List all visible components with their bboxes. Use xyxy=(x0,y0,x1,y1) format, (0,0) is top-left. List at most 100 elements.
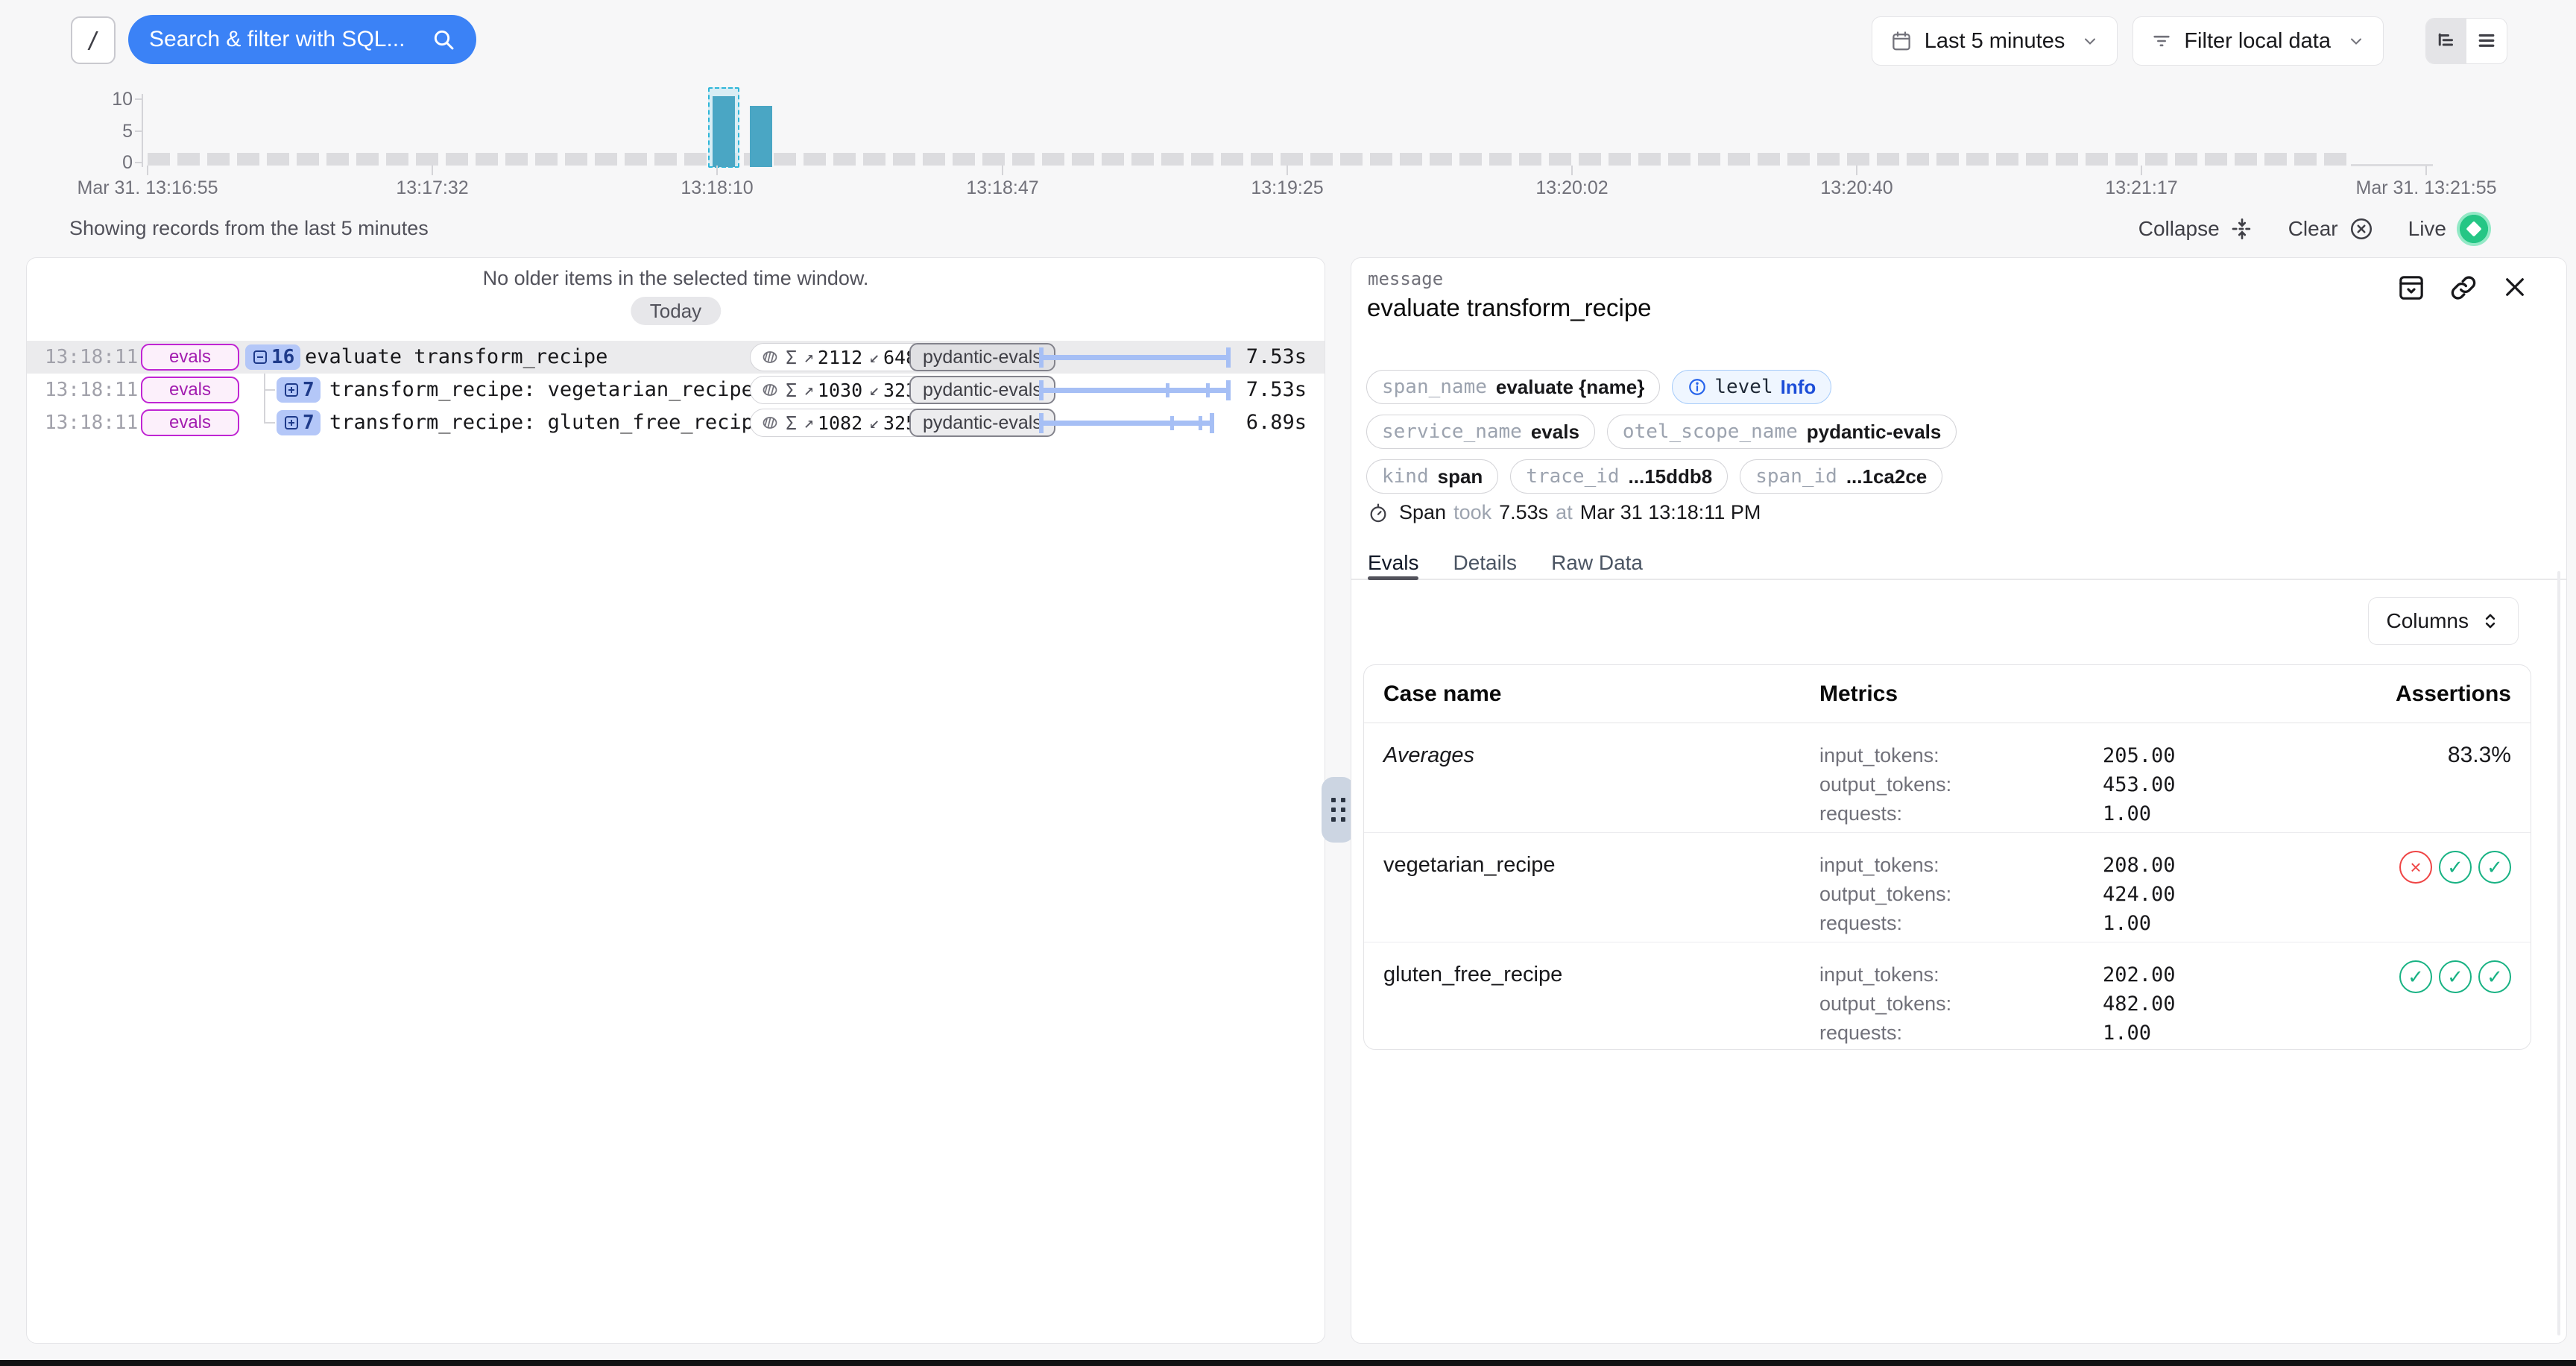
date-divider-chip[interactable]: Today xyxy=(631,297,721,325)
service-badge[interactable]: evals xyxy=(141,377,239,403)
sigma-icon: Σ xyxy=(786,412,797,434)
token-metrics-pill: Σ ↗ 2112 ↙ 648 xyxy=(750,343,928,371)
col-metrics: Metrics xyxy=(1819,682,2340,707)
attribute-pill[interactable]: kind span xyxy=(1366,459,1498,494)
grip-dots-icon xyxy=(1331,798,1345,822)
service-badge[interactable]: evals xyxy=(141,344,239,371)
pill-value: evaluate {name} xyxy=(1496,376,1644,399)
pill-key: service_name xyxy=(1382,421,1522,443)
circle-x-icon xyxy=(2349,216,2374,242)
x-tick-label: 13:18:10 xyxy=(681,177,753,199)
x-tick xyxy=(1571,166,1573,175)
stopwatch-icon xyxy=(1368,503,1389,523)
filter-local-data-dropdown[interactable]: Filter local data xyxy=(2133,16,2384,66)
record-kind-label: message xyxy=(1368,268,1443,289)
input-tokens-arrow-icon: ↗ xyxy=(804,347,814,367)
list-view-icon xyxy=(2475,30,2498,52)
assertions-cell: ✓✓✓ xyxy=(2340,960,2511,993)
eval-case-row[interactable]: Averages input_tokens:205.00 output_toke… xyxy=(1364,723,2531,833)
tree-view-toggle[interactable] xyxy=(2426,19,2466,63)
metrics-cell: input_tokens:202.00 output_tokens:482.00… xyxy=(1819,960,2340,1048)
y-tick xyxy=(135,98,142,100)
tab-evals[interactable]: Evals xyxy=(1368,547,1418,579)
x-tick xyxy=(1287,166,1288,175)
pill-value: span xyxy=(1438,465,1483,488)
evals-table-header: Case name Metrics Assertions xyxy=(1364,665,2531,723)
filter-label: Filter local data xyxy=(2184,29,2331,54)
panel-resize-handle[interactable] xyxy=(1322,777,1354,843)
evals-table: Case name Metrics Assertions Averages in… xyxy=(1363,664,2531,1050)
attribute-pill[interactable]: span_id ...1ca2ce xyxy=(1740,459,1942,494)
trace-row[interactable]: 13:18:11 evals 16 evaluate transform_rec… xyxy=(27,341,1325,374)
scope-badge: pydantic-evals xyxy=(909,376,1055,404)
columns-button[interactable]: Columns xyxy=(2368,597,2519,645)
tab-details[interactable]: Details xyxy=(1453,547,1517,579)
assertion-pass-icon: ✓ xyxy=(2478,851,2511,884)
sigma-icon: Σ xyxy=(786,347,797,368)
histogram-bar[interactable] xyxy=(713,96,735,167)
assertions-cell: 83.3% xyxy=(2340,741,2511,768)
dock-panel-icon[interactable] xyxy=(2396,273,2426,303)
calendar-icon xyxy=(1890,30,1913,52)
histogram-bar[interactable] xyxy=(750,106,772,167)
collapse-children-chip[interactable]: 16 xyxy=(245,344,300,370)
token-metrics-pill: Σ ↗ 1030 ↙ 323 xyxy=(750,376,928,404)
span-name[interactable]: transform_recipe: vegetarian_recipe xyxy=(329,374,754,406)
x-tick xyxy=(1856,166,1857,175)
x-tick xyxy=(1002,166,1003,175)
pill-key: span_name xyxy=(1382,376,1487,398)
scrollbar[interactable] xyxy=(2557,571,2560,1335)
live-toggle[interactable]: Live xyxy=(2408,212,2491,246)
box-minus-icon xyxy=(251,348,269,366)
span-name[interactable]: evaluate transform_recipe xyxy=(305,341,607,374)
duration-bar xyxy=(1039,376,1231,404)
timing-duration: 7.53s xyxy=(1499,501,1548,524)
pill-value: evals xyxy=(1531,421,1579,444)
case-name: vegetarian_recipe xyxy=(1383,851,1819,878)
attribute-pill[interactable]: otel_scope_name pydantic-evals xyxy=(1607,415,1957,449)
attribute-pill[interactable]: span_name evaluate {name} xyxy=(1366,370,1660,404)
y-tick-label: 0 xyxy=(97,153,133,172)
tab-raw-data[interactable]: Raw Data xyxy=(1551,547,1643,579)
expand-children-chip[interactable]: 7 xyxy=(277,410,321,435)
records-histogram[interactable]: 10 5 0 Mar 31. 13:16:55 13:17:32 13:18:1… xyxy=(0,89,2576,209)
y-tick xyxy=(135,130,142,132)
input-tokens-count: 2112 xyxy=(818,347,862,368)
eval-case-row[interactable]: gluten_free_recipe input_tokens:202.00 o… xyxy=(1364,942,2531,1052)
sort-chevrons-icon xyxy=(2481,611,2500,631)
list-view-toggle[interactable] xyxy=(2466,19,2507,63)
eval-case-row[interactable]: vegetarian_recipe input_tokens:208.00 ou… xyxy=(1364,833,2531,942)
input-tokens-arrow-icon: ↗ xyxy=(804,413,814,432)
info-icon xyxy=(1688,377,1707,397)
search-button[interactable]: Search & filter with SQL... xyxy=(128,15,476,64)
input-tokens-count: 1030 xyxy=(818,380,862,401)
token-coin-icon xyxy=(761,414,779,432)
x-tick xyxy=(716,166,718,175)
scope-badge: pydantic-evals xyxy=(909,409,1055,437)
copy-link-icon[interactable] xyxy=(2449,273,2478,303)
duration-label: 6.89s xyxy=(1246,406,1307,439)
slash-shortcut-key: / xyxy=(71,16,116,64)
level-pill[interactable]: level Info xyxy=(1672,370,1831,404)
trace-row[interactable]: 13:18:11 evals 7 transform_recipe: veget… xyxy=(27,374,1325,406)
collapse-button[interactable]: Collapse xyxy=(2138,217,2254,241)
search-icon xyxy=(432,28,455,51)
live-label: Live xyxy=(2408,217,2446,241)
time-range-dropdown[interactable]: Last 5 minutes xyxy=(1872,16,2118,66)
clear-button[interactable]: Clear xyxy=(2288,216,2374,242)
attribute-pill[interactable]: service_name evals xyxy=(1366,415,1595,449)
close-icon[interactable] xyxy=(2501,273,2529,303)
pill-key: kind xyxy=(1382,465,1429,488)
service-badge[interactable]: evals xyxy=(141,409,239,436)
span-name[interactable]: transform_recipe: gluten_free_recipe xyxy=(329,406,765,439)
col-assertions: Assertions xyxy=(2340,682,2511,707)
expand-children-chip[interactable]: 7 xyxy=(277,377,321,403)
trace-list-panel: No older items in the selected time wind… xyxy=(26,257,1325,1344)
output-tokens-arrow-icon: ↙ xyxy=(869,380,880,400)
columns-button-label: Columns xyxy=(2387,609,2469,633)
attribute-pill[interactable]: trace_id ...15ddb8 xyxy=(1510,459,1728,494)
timing-span: Span xyxy=(1399,501,1446,524)
assertion-pass-icon: ✓ xyxy=(2399,960,2432,993)
trace-row[interactable]: 13:18:11 evals 7 transform_recipe: glute… xyxy=(27,406,1325,439)
topbar-right: Last 5 minutes Filter local data xyxy=(1872,16,2507,66)
